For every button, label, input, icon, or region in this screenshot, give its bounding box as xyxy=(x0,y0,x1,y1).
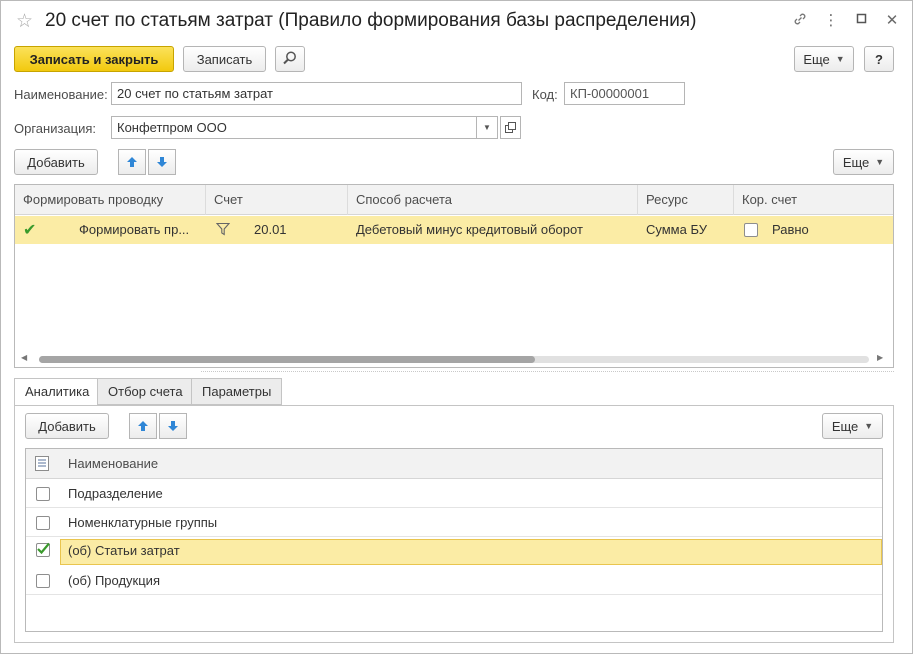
column-header-account[interactable]: Счет xyxy=(206,185,348,215)
list-item[interactable]: Номенклатурные группы xyxy=(26,509,882,537)
help-button[interactable]: ? xyxy=(864,46,894,72)
search-report-button[interactable] xyxy=(275,46,305,72)
caret-down-icon: ▼ xyxy=(835,54,845,64)
analytics-move-down-button[interactable] xyxy=(159,413,187,439)
analytics-more-button[interactable]: Еще ▼ xyxy=(822,413,883,439)
checkmark-icon xyxy=(37,542,50,555)
table-row[interactable]: ✔ Формировать пр... 20.01 Дебетовый мину… xyxy=(15,216,893,244)
name-field[interactable]: 20 счет по статьям затрат xyxy=(111,82,522,105)
code-label: Код: xyxy=(532,87,558,102)
scroll-right-icon[interactable]: ▶ xyxy=(877,353,883,362)
add-row-button[interactable]: Добавить xyxy=(14,149,98,175)
move-down-button[interactable] xyxy=(148,149,176,175)
save-button[interactable]: Записать xyxy=(183,46,266,72)
item-label: (об) Продукция xyxy=(68,573,160,588)
tab-account-filter[interactable]: Отбор счета xyxy=(97,378,194,405)
window-title: 20 счет по статьям затрат (Правило форми… xyxy=(45,10,697,31)
arrow-up-icon xyxy=(127,157,137,167)
row-checkbox-checked[interactable] xyxy=(36,542,50,557)
analytics-table-header: Наименование xyxy=(26,449,882,479)
link-icon[interactable] xyxy=(790,11,810,31)
magnifier-icon xyxy=(282,50,298,69)
more-label: Еще xyxy=(803,51,830,67)
cell-calc-method: Дебетовый минус кредитовый оборот xyxy=(356,222,583,237)
scroll-left-icon[interactable]: ◀ xyxy=(21,353,27,362)
item-label: Подразделение xyxy=(68,486,163,501)
cell-corr-account: Равно xyxy=(772,222,809,237)
arrow-down-icon xyxy=(168,421,178,431)
more-button[interactable]: Еще ▼ xyxy=(794,46,854,72)
more-vertical-icon[interactable]: ⋮ xyxy=(821,11,841,31)
list-item[interactable]: Подразделение xyxy=(26,480,882,508)
cell-resource: Сумма БУ xyxy=(646,222,707,237)
row-checkbox[interactable] xyxy=(36,516,50,530)
caret-down-icon: ▼ xyxy=(875,157,885,167)
organization-open-button[interactable] xyxy=(500,116,521,139)
maximize-icon[interactable] xyxy=(852,11,872,31)
row-checkbox[interactable] xyxy=(36,487,50,501)
caret-down-icon: ▼ xyxy=(483,123,491,132)
tab-parameters[interactable]: Параметры xyxy=(191,378,283,405)
upper-more-button[interactable]: Еще ▼ xyxy=(833,149,894,175)
select-all-icon[interactable] xyxy=(35,456,49,474)
horizontal-scrollbar[interactable] xyxy=(39,356,869,363)
more-label: Еще xyxy=(842,154,870,170)
column-header-calc-method[interactable]: Способ расчета xyxy=(348,185,638,215)
cell-post-flag: Формировать пр... xyxy=(79,222,190,237)
close-icon[interactable]: ✕ xyxy=(882,11,902,31)
item-label: (об) Статьи затрат xyxy=(68,543,180,558)
rules-table-header: Формировать проводку Счет Способ расчета… xyxy=(15,185,893,215)
name-label: Наименование: xyxy=(14,87,108,102)
organization-label: Организация: xyxy=(14,121,97,136)
organization-dropdown-button[interactable]: ▼ xyxy=(477,116,498,139)
splitter[interactable] xyxy=(201,371,894,372)
list-item-selected[interactable]: (об) Статьи затрат xyxy=(26,538,882,566)
caret-down-icon: ▼ xyxy=(864,421,874,431)
code-field[interactable]: КП-00000001 xyxy=(564,82,685,105)
column-header-resource[interactable]: Ресурс xyxy=(638,185,734,215)
column-header-post-flag[interactable]: Формировать проводку xyxy=(15,185,206,215)
filter-icon xyxy=(215,222,231,239)
move-up-button[interactable] xyxy=(118,149,146,175)
analytics-table[interactable]: Наименование Подразделение Номенклатурны… xyxy=(25,448,883,632)
scrollbar-thumb[interactable] xyxy=(39,356,535,363)
form-window: ☆ 20 счет по статьям затрат (Правило фор… xyxy=(0,0,913,654)
open-form-icon xyxy=(505,122,516,133)
favorite-star-icon[interactable]: ☆ xyxy=(16,10,33,33)
arrow-down-icon xyxy=(157,157,167,167)
arrow-up-icon xyxy=(138,421,148,431)
add-analytics-button[interactable]: Добавить xyxy=(25,413,109,439)
save-and-close-button[interactable]: Записать и закрыть xyxy=(14,46,174,72)
organization-field[interactable]: Конфетпром ООО xyxy=(111,116,477,139)
tab-analytics[interactable]: Аналитика xyxy=(14,378,101,406)
row-checkbox[interactable] xyxy=(36,574,50,588)
rules-table[interactable]: Формировать проводку Счет Способ расчета… xyxy=(14,184,894,368)
analytics-move-up-button[interactable] xyxy=(129,413,157,439)
list-item[interactable]: (об) Продукция xyxy=(26,567,882,595)
column-header-corr-account[interactable]: Кор. счет xyxy=(734,185,895,215)
cell-account: 20.01 xyxy=(254,222,287,237)
more-label: Еще xyxy=(831,418,859,434)
corr-account-checkbox[interactable] xyxy=(744,223,758,237)
checkmark-icon: ✔ xyxy=(23,222,37,239)
item-label: Номенклатурные группы xyxy=(68,515,218,530)
column-header-name[interactable]: Наименование xyxy=(60,449,884,479)
